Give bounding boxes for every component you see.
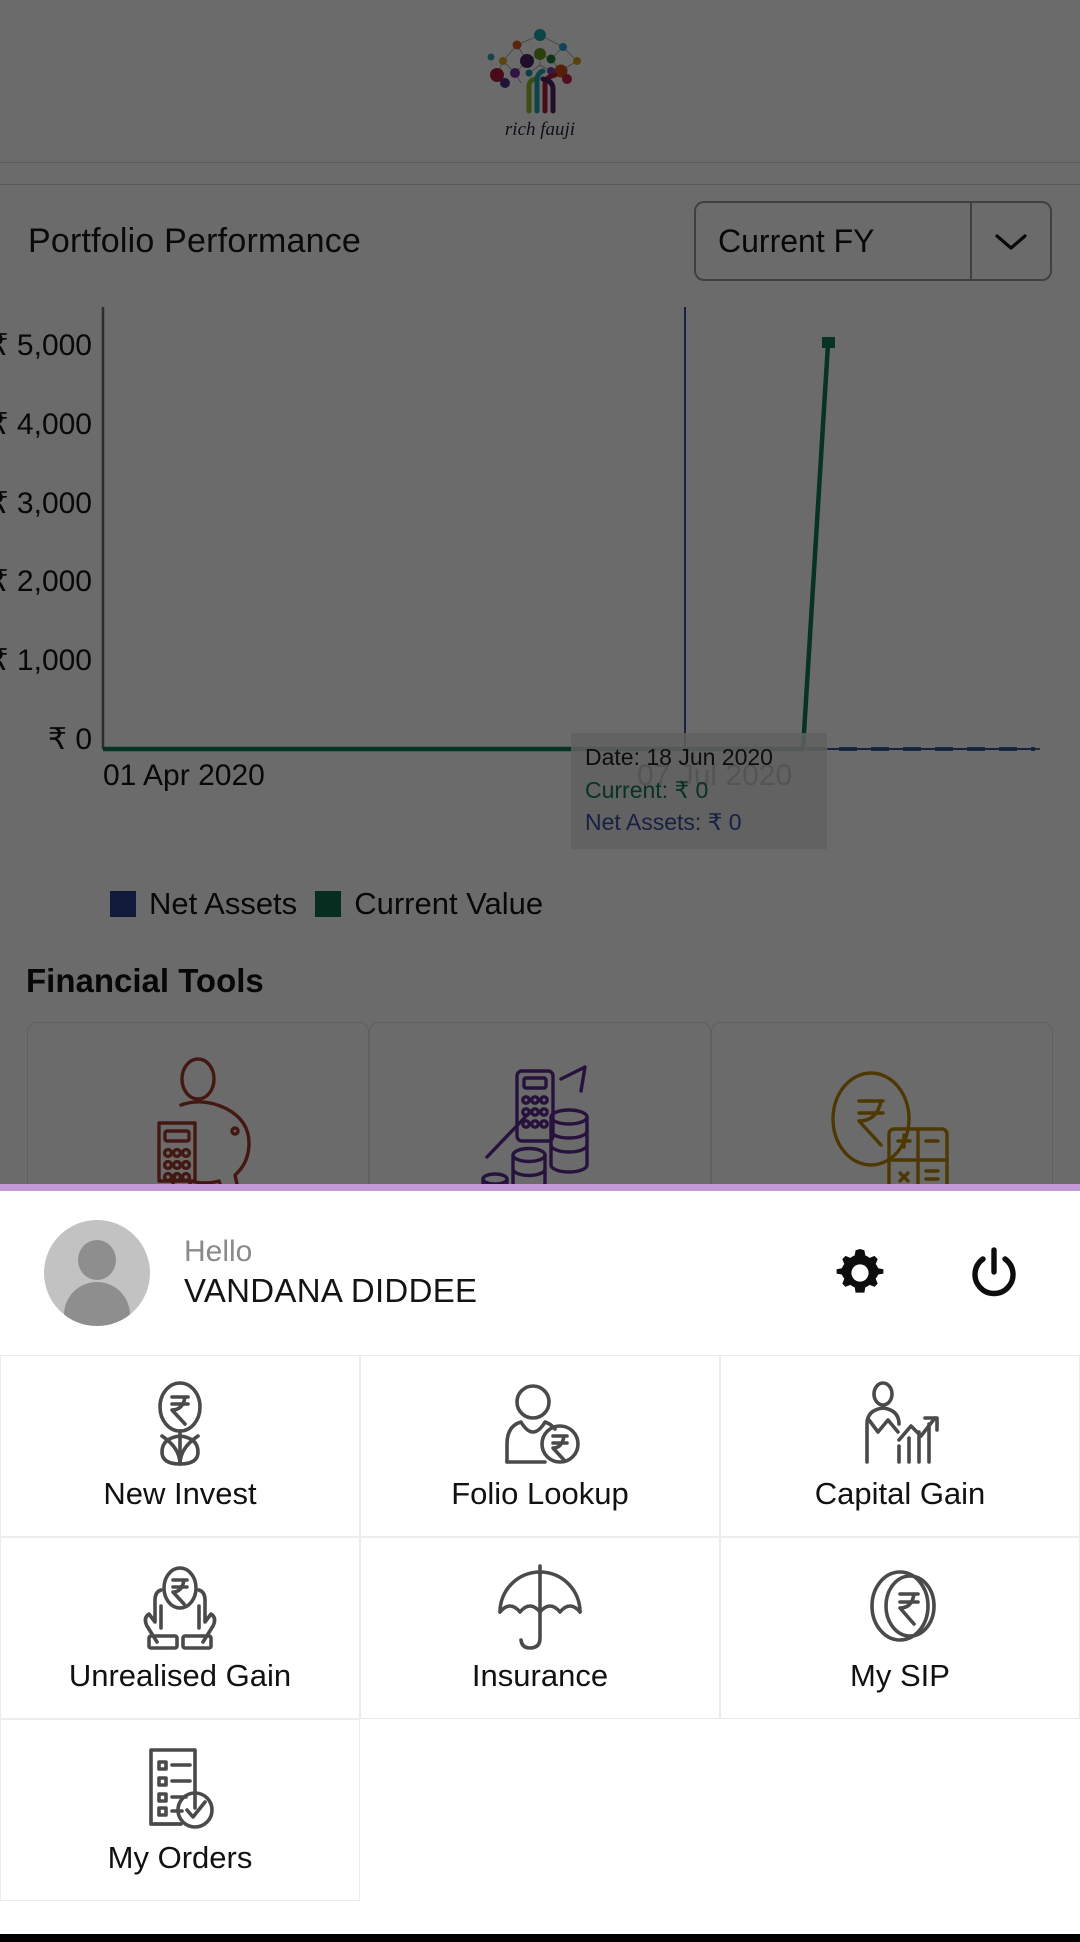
chart-tooltip: Date: 18 Jun 2020 Current: ₹ 0 Net Asset…	[571, 733, 827, 849]
menu-item-my-orders[interactable]: My Orders	[0, 1719, 360, 1901]
menu-item-my-sip[interactable]: My SIP	[720, 1537, 1080, 1719]
financial-tool-card-3[interactable]	[711, 1022, 1053, 1190]
svg-text:₹ 2,000: ₹ 2,000	[0, 565, 92, 598]
svg-text:₹ 5,000: ₹ 5,000	[0, 329, 92, 362]
svg-text:₹ 1,000: ₹ 1,000	[0, 644, 92, 677]
menu-item-unrealised-gain[interactable]: Unrealised Gain	[0, 1537, 360, 1719]
legend-item-net-assets[interactable]: Net Assets	[110, 886, 297, 922]
settings-button[interactable]	[832, 1245, 888, 1301]
menu-cell-empty-2	[720, 1719, 1080, 1901]
account-menu-grid: New Invest Folio Lookup Capital Gain Unr…	[0, 1355, 1080, 1901]
header-divider-strip	[0, 163, 1080, 185]
menu-cell-empty-1	[360, 1719, 720, 1901]
portfolio-chart[interactable]: ₹ 5,000 ₹ 4,000 ₹ 3,000 ₹ 2,000 ₹ 1,000 …	[0, 297, 1080, 797]
sheet-action-buttons	[832, 1245, 1036, 1301]
svg-text:₹ 4,000: ₹ 4,000	[0, 408, 92, 441]
menu-item-new-invest[interactable]: New Invest	[0, 1355, 360, 1537]
menu-item-label: My SIP	[850, 1658, 950, 1693]
rupee-coins-icon	[856, 1562, 944, 1650]
chevron-down-icon[interactable]	[972, 229, 1050, 253]
financial-tools-heading: Financial Tools	[26, 962, 264, 999]
person-growth-chart-icon	[857, 1380, 943, 1468]
menu-item-capital-gain[interactable]: Capital Gain	[720, 1355, 1080, 1537]
financial-tool-card-2[interactable]	[369, 1022, 711, 1190]
page-title: Portfolio Performance	[28, 221, 362, 260]
tooltip-date: Date: 18 Jun 2020	[585, 744, 773, 770]
legend-label-current-value: Current Value	[354, 886, 544, 921]
menu-item-label: Capital Gain	[814, 1476, 986, 1511]
menu-item-label: My Orders	[107, 1840, 253, 1875]
brand-logo[interactable]: rich fauji	[481, 21, 599, 141]
fy-period-value: Current FY	[718, 222, 875, 259]
tooltip-current: Current: ₹ 0	[585, 776, 709, 803]
fy-period-select[interactable]: Current FY	[694, 201, 1052, 281]
rupee-coin-calculator-icon	[831, 1071, 949, 1189]
order-checklist-icon	[137, 1744, 223, 1832]
user-name: VANDANA DIDDEE	[184, 1272, 478, 1310]
menu-item-insurance[interactable]: Insurance	[360, 1537, 720, 1719]
system-navigation-bar	[0, 1934, 1080, 1942]
power-icon	[972, 1247, 1016, 1297]
greeting-label: Hello	[184, 1234, 253, 1268]
user-name-block: Hello VANDANA DIDDEE	[184, 1233, 832, 1313]
tree-network-logo-icon	[487, 29, 581, 114]
person-rupee-icon	[497, 1380, 583, 1468]
sheet-user-header: Hello VANDANA DIDDEE	[0, 1191, 1080, 1355]
coins-growth-calculator-icon	[481, 1065, 589, 1189]
rupee-flower-icon	[139, 1380, 221, 1468]
financial-tool-card-1[interactable]	[27, 1022, 369, 1190]
legend-swatch-net-assets	[110, 891, 136, 917]
background-app-screen: rich fauji Portfolio Performance Current…	[0, 0, 1080, 1190]
chart-legend: Net Assets Current Value	[110, 886, 543, 922]
legend-swatch-current-value	[315, 891, 342, 917]
tooltip-net-assets: Net Assets: ₹ 0	[585, 809, 742, 836]
portfolio-chart-svg: ₹ 5,000 ₹ 4,000 ₹ 3,000 ₹ 2,000 ₹ 1,000 …	[0, 307, 1040, 792]
hands-rupee-coin-icon	[137, 1562, 223, 1650]
umbrella-icon	[494, 1562, 586, 1650]
avatar-placeholder-icon[interactable]	[44, 1220, 150, 1326]
svg-text:rich fauji: rich fauji	[505, 119, 575, 140]
menu-item-label: Unrealised Gain	[68, 1658, 292, 1693]
menu-item-label: Insurance	[471, 1658, 609, 1693]
menu-item-label: New Invest	[103, 1476, 257, 1511]
legend-item-current-value[interactable]: Current Value	[315, 886, 543, 922]
menu-item-label: Folio Lookup	[451, 1476, 629, 1511]
account-bottom-sheet: Hello VANDANA DIDDEE New Invest Folio Lo…	[0, 1184, 1080, 1942]
portfolio-performance-card: Portfolio Performance Current FY	[0, 185, 1080, 297]
app-header: rich fauji	[0, 0, 1080, 163]
svg-text:₹ 3,000: ₹ 3,000	[0, 487, 92, 520]
legend-label-net-assets: Net Assets	[149, 886, 298, 921]
app-root: rich fauji Portfolio Performance Current…	[0, 0, 1080, 1942]
gear-icon	[836, 1249, 884, 1293]
brand-wordmark-icon: rich fauji	[505, 119, 575, 140]
menu-item-folio-lookup[interactable]: Folio Lookup	[360, 1355, 720, 1537]
svg-text:₹ 0: ₹ 0	[48, 723, 92, 756]
financial-tools-grid	[27, 1022, 1053, 1190]
svg-text:01 Apr 2020: 01 Apr 2020	[103, 759, 265, 792]
logout-button[interactable]	[966, 1245, 1022, 1301]
piggy-bank-calculator-icon	[157, 1057, 251, 1189]
